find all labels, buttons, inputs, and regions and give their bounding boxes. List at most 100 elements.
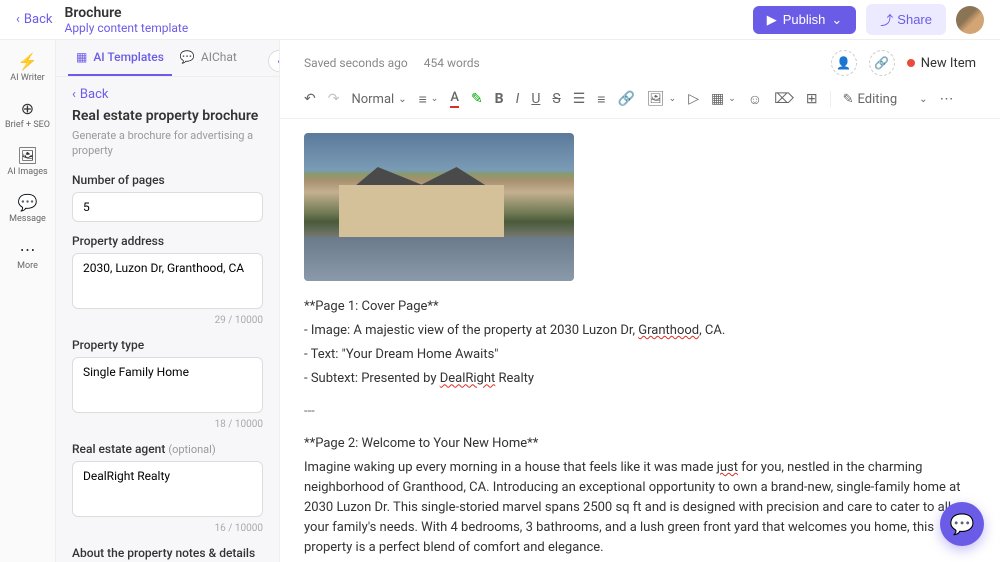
saved-status: Saved seconds ago — [304, 56, 408, 70]
chevron-down-icon: ⌄ — [398, 94, 406, 105]
address-label: Property address — [72, 234, 263, 248]
sidebar-back-button[interactable]: ‹ Back — [56, 77, 279, 108]
strikethrough-button[interactable]: S — [552, 91, 560, 107]
underline-button[interactable]: U — [531, 91, 540, 107]
template-description: Generate a brochure for advertising a pr… — [72, 128, 263, 159]
italic-button[interactable]: I — [516, 91, 520, 107]
more-icon: ⋯ — [19, 240, 35, 259]
nav-label: Brief + SEO — [5, 120, 50, 130]
nav-ai-writer[interactable]: ⚡ AI Writer — [10, 52, 44, 83]
target-icon: ⊕ — [21, 99, 34, 118]
nav-label: AI Writer — [10, 73, 44, 83]
image-button[interactable]: 🖼⌄ — [647, 91, 676, 107]
nav-more[interactable]: ⋯ More — [17, 240, 38, 271]
tab-label: AI Templates — [93, 50, 164, 64]
toolbar-divider — [830, 91, 831, 107]
nav-brief-seo[interactable]: ⊕ Brief + SEO — [5, 99, 50, 130]
publish-button[interactable]: ▶ Publish ⌄ — [753, 6, 857, 34]
type-label: Property type — [72, 338, 263, 352]
back-label: Back — [80, 87, 109, 102]
new-item-indicator[interactable]: New Item — [907, 56, 976, 71]
insert-button[interactable]: ⊞ — [806, 91, 818, 107]
editing-mode-select[interactable]: ✎ Editing ⌄ — [843, 92, 928, 107]
editing-label: Editing — [858, 92, 898, 107]
chevron-down-icon: ⌄ — [831, 12, 842, 28]
doc-separator: --- — [304, 402, 976, 422]
template-title: Real estate property brochure — [72, 108, 263, 124]
redo-button[interactable]: ↷ — [328, 91, 340, 107]
highlight-button[interactable]: ✎ — [471, 91, 483, 107]
nav-label: AI Images — [7, 167, 47, 177]
text-color-button[interactable]: A — [450, 90, 459, 108]
avatar[interactable] — [956, 6, 984, 34]
page-title-block: Brochure Apply content template — [64, 5, 188, 35]
table-button[interactable]: ▦⌄ — [711, 91, 736, 107]
undo-button[interactable]: ↶ — [304, 91, 316, 107]
agent-char-count: 16 / 10000 — [72, 523, 263, 534]
type-input[interactable]: Single Family Home — [72, 357, 263, 413]
doc-line: **Page 2: Welcome to Your New Home** — [304, 434, 976, 454]
nav-label: More — [17, 261, 38, 271]
link-button[interactable]: 🔗 — [617, 91, 634, 107]
red-dot-icon — [907, 59, 915, 67]
link-icon: 🔗 — [874, 56, 889, 70]
tab-label: AIChat — [201, 50, 237, 64]
document-content[interactable]: **Page 1: Cover Page** - Image: A majest… — [280, 119, 1000, 562]
notes-label: About the property notes & details — [72, 546, 263, 560]
doc-line: - Subtext: Presented by DealRight Realty — [304, 369, 976, 389]
bolt-icon: ⚡ — [18, 52, 38, 71]
share-button[interactable]: ⤴ Share — [866, 4, 946, 35]
type-char-count: 18 / 10000 — [72, 419, 263, 430]
paragraph-style-label: Normal — [351, 92, 394, 107]
editor: Saved seconds ago 454 words 👤 🔗 New Item… — [280, 40, 1000, 562]
chevron-down-icon: ⌄ — [919, 94, 927, 105]
address-input[interactable]: 2030, Luzon Dr, Granthood, CA — [72, 253, 263, 309]
numbered-list-button[interactable]: ≡ — [597, 91, 605, 108]
apply-template-link[interactable]: Apply content template — [64, 21, 188, 35]
doc-line: - Image: A majestic view of the property… — [304, 321, 976, 341]
hero-image[interactable] — [304, 133, 574, 281]
doc-line: - Text: "Your Dream Home Awaits" — [304, 345, 976, 365]
sidebar: ▦ AI Templates 💬 AIChat ‹ ‹ Back Real es… — [56, 40, 280, 562]
play-icon: ▶ — [767, 12, 777, 28]
back-button[interactable]: ‹ Back — [16, 12, 52, 27]
emoji-button[interactable]: ☺ — [748, 91, 762, 108]
upload-icon: ⤴ — [880, 10, 893, 29]
top-header: ‹ Back Brochure Apply content template ▶… — [0, 0, 1000, 40]
link-item-button[interactable]: 🔗 — [869, 50, 895, 76]
more-toolbar-button[interactable]: ⋯ — [940, 91, 954, 107]
editor-toolbar: ↶ ↷ Normal ⌄ ≡⌄ A ✎ B I U S ☰ ≡ 🔗 🖼⌄ ▷ ▦… — [280, 86, 1000, 119]
doc-line: **Page 1: Cover Page** — [304, 297, 976, 317]
tab-ai-templates[interactable]: ▦ AI Templates — [68, 40, 172, 76]
publish-label: Publish — [783, 12, 826, 27]
chevron-left-icon: ‹ — [72, 87, 76, 102]
clear-format-button[interactable]: ⌦ — [774, 91, 794, 107]
image-icon: 🖼 — [17, 146, 37, 165]
paragraph-style-select[interactable]: Normal ⌄ — [351, 92, 406, 107]
doc-paragraph: Imagine waking up every morning in a hou… — [304, 458, 976, 559]
vertical-nav: ⚡ AI Writer ⊕ Brief + SEO 🖼 AI Images 💬 … — [0, 40, 56, 562]
chat-icon: 💬 — [180, 50, 195, 64]
bullet-list-button[interactable]: ☰ — [573, 91, 586, 107]
pencil-icon: ✎ — [843, 92, 854, 107]
pages-input[interactable] — [72, 192, 263, 222]
address-char-count: 29 / 10000 — [72, 315, 263, 326]
new-item-label: New Item — [921, 56, 976, 71]
back-label: Back — [24, 12, 53, 27]
chat-icon: 💬 — [950, 512, 975, 536]
share-label: Share — [897, 12, 932, 27]
align-button[interactable]: ≡⌄ — [419, 91, 439, 108]
chat-fab[interactable]: 💬 — [940, 502, 984, 546]
chevron-left-icon: ‹ — [277, 54, 280, 68]
add-user-button[interactable]: 👤 — [831, 50, 857, 76]
tab-ai-chat[interactable]: 💬 AIChat — [172, 40, 245, 76]
nav-ai-images[interactable]: 🖼 AI Images — [7, 146, 47, 177]
editor-meta: Saved seconds ago 454 words 👤 🔗 New Item — [280, 40, 1000, 86]
nav-message[interactable]: 💬 Message — [9, 193, 46, 224]
agent-label: Real estate agent (optional) — [72, 442, 263, 456]
page-title: Brochure — [64, 5, 188, 21]
bold-button[interactable]: B — [495, 91, 504, 107]
agent-input[interactable]: DealRight Realty — [72, 461, 263, 517]
video-button[interactable]: ▷ — [688, 91, 699, 107]
message-icon: 💬 — [18, 193, 38, 212]
